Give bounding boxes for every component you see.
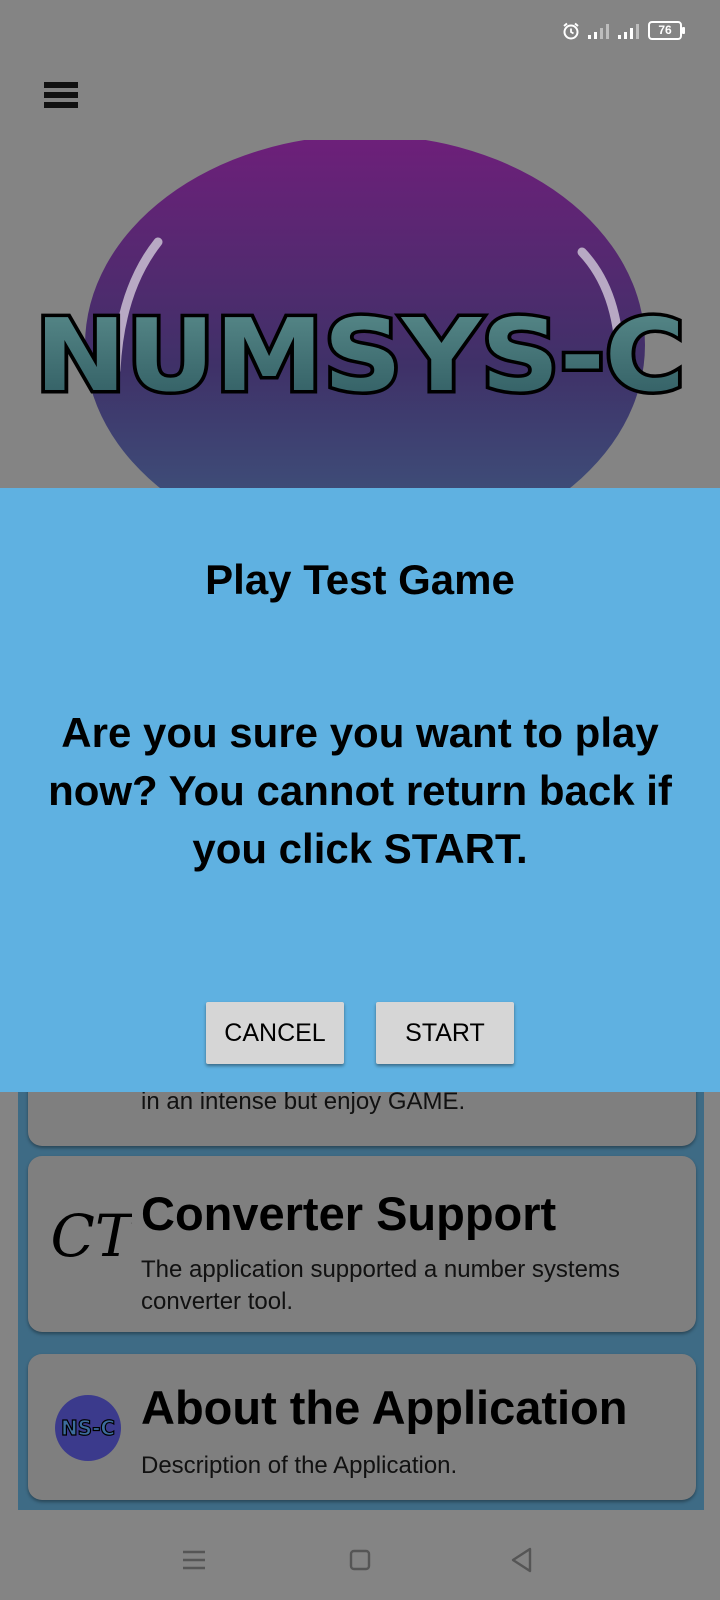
- nsc-logo-text: NS-C: [61, 1416, 115, 1440]
- home-icon[interactable]: [342, 1542, 378, 1578]
- logo-text: NUMSYS-C: [35, 297, 685, 414]
- converter-icon-text: CT: [52, 1206, 132, 1270]
- about-card[interactable]: NS-C About the Application Description o…: [28, 1354, 696, 1500]
- converter-icon: CT: [50, 1202, 137, 1281]
- nsc-logo-icon: NS-C: [54, 1394, 122, 1467]
- menu-icon[interactable]: [44, 82, 78, 114]
- status-icons: 76: [562, 21, 685, 40]
- recent-apps-icon[interactable]: [176, 1542, 212, 1578]
- signal-icon: [588, 23, 609, 39]
- battery-level: 76: [658, 23, 672, 37]
- dialog-title: Play Test Game: [205, 556, 515, 603]
- status-bar: 76: [0, 0, 720, 64]
- back-icon[interactable]: [504, 1542, 540, 1578]
- card-desc: Description of the Application.: [141, 1452, 458, 1479]
- system-nav-bar: [0, 1520, 720, 1600]
- card-title: Converter Support: [141, 1187, 557, 1240]
- app-logo: NUMSYS-C: [0, 135, 720, 555]
- cancel-button[interactable]: CANCEL: [206, 1002, 344, 1064]
- play-dialog: Play Test Game Are you sure you want to …: [0, 488, 720, 1092]
- features-panel: in an intense but enjoy GAME. CT Convert…: [18, 1020, 704, 1510]
- converter-card[interactable]: CT Converter Support The application sup…: [28, 1156, 696, 1332]
- card-title: About the Application: [141, 1381, 628, 1434]
- alarm-icon: [563, 22, 579, 39]
- battery-icon: 76: [648, 21, 685, 40]
- signal-icon: [618, 23, 639, 39]
- card-desc: The application supported a number syste…: [141, 1256, 620, 1315]
- start-button[interactable]: START: [376, 1002, 514, 1064]
- dialog-message: Are you sure you want to play now? You c…: [48, 709, 672, 872]
